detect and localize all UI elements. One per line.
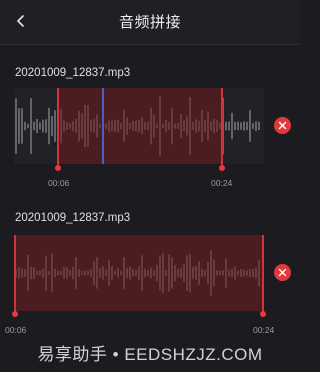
delete-clip-button[interactable]	[274, 264, 291, 281]
selection-start-time: 00:06	[5, 325, 27, 335]
delete-clip-button[interactable]	[274, 117, 291, 134]
selection-region[interactable]	[57, 88, 221, 164]
selection-start-time: 00:06	[48, 178, 70, 188]
selection-region[interactable]	[15, 235, 263, 311]
waveform-track[interactable]	[12, 235, 266, 317]
clip-file-name: 20201009_12837.mp3	[15, 212, 131, 224]
end-handle-knob[interactable]	[219, 165, 225, 171]
selection-end-handle[interactable]	[221, 88, 223, 168]
watermark-text: 易享助手 • EEDSHZJZ.COM	[37, 345, 263, 364]
page-title: 音频拼接	[118, 14, 181, 31]
playhead-cursor[interactable]	[102, 88, 104, 164]
close-icon	[278, 268, 287, 277]
clip-file-name: 20201009_12837.mp3	[15, 67, 131, 79]
selection-start-handle[interactable]	[57, 88, 59, 168]
end-handle-knob[interactable]	[260, 311, 266, 317]
waveform-track[interactable]	[14, 88, 264, 171]
top-bar: 音频拼接	[0, 0, 300, 45]
selection-start-handle[interactable]	[14, 235, 16, 314]
selection-end-time: 00:24	[211, 178, 233, 188]
selection-end-time: 00:24	[253, 325, 275, 335]
selection-end-handle[interactable]	[262, 235, 264, 314]
close-icon	[278, 121, 287, 130]
start-handle-knob[interactable]	[12, 311, 18, 317]
start-handle-knob[interactable]	[55, 165, 61, 171]
